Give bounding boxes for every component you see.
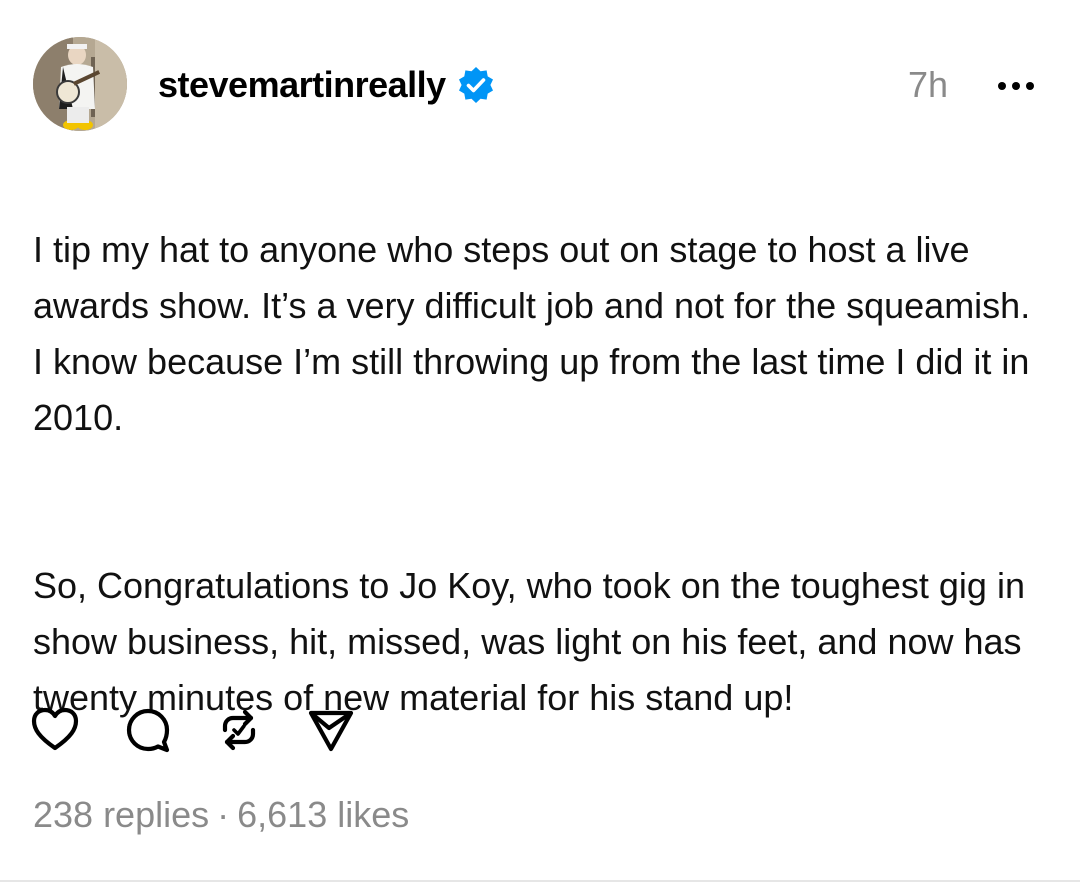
like-button[interactable] <box>25 700 85 760</box>
verified-badge-icon <box>456 65 496 105</box>
avatar-photo <box>33 37 127 131</box>
post-body: I tip my hat to anyone who steps out on … <box>33 166 1043 782</box>
comment-icon <box>126 708 170 753</box>
username[interactable]: stevemartinreally <box>158 62 446 108</box>
repost-icon <box>222 709 256 751</box>
stats-separator: · <box>217 794 230 835</box>
send-icon <box>308 710 354 752</box>
post-stats: 238 replies · 6,613 likes <box>33 792 409 838</box>
post-timestamp: 7h <box>908 64 949 105</box>
username-row: stevemartinreally <box>158 62 496 108</box>
more-options-icon[interactable] <box>988 68 1044 104</box>
repost-button[interactable] <box>209 700 269 760</box>
thread-post: stevemartinreally 7h I tip my hat to any… <box>0 0 1080 882</box>
likes-count[interactable]: 6,613 likes <box>237 794 409 835</box>
reply-button[interactable] <box>117 700 177 760</box>
action-bar <box>31 700 393 760</box>
avatar[interactable] <box>33 37 127 131</box>
replies-count[interactable]: 238 replies <box>33 794 209 835</box>
share-button[interactable] <box>301 700 361 760</box>
heart-icon <box>31 707 79 751</box>
post-paragraph-1: I tip my hat to anyone who steps out on … <box>33 229 1031 438</box>
